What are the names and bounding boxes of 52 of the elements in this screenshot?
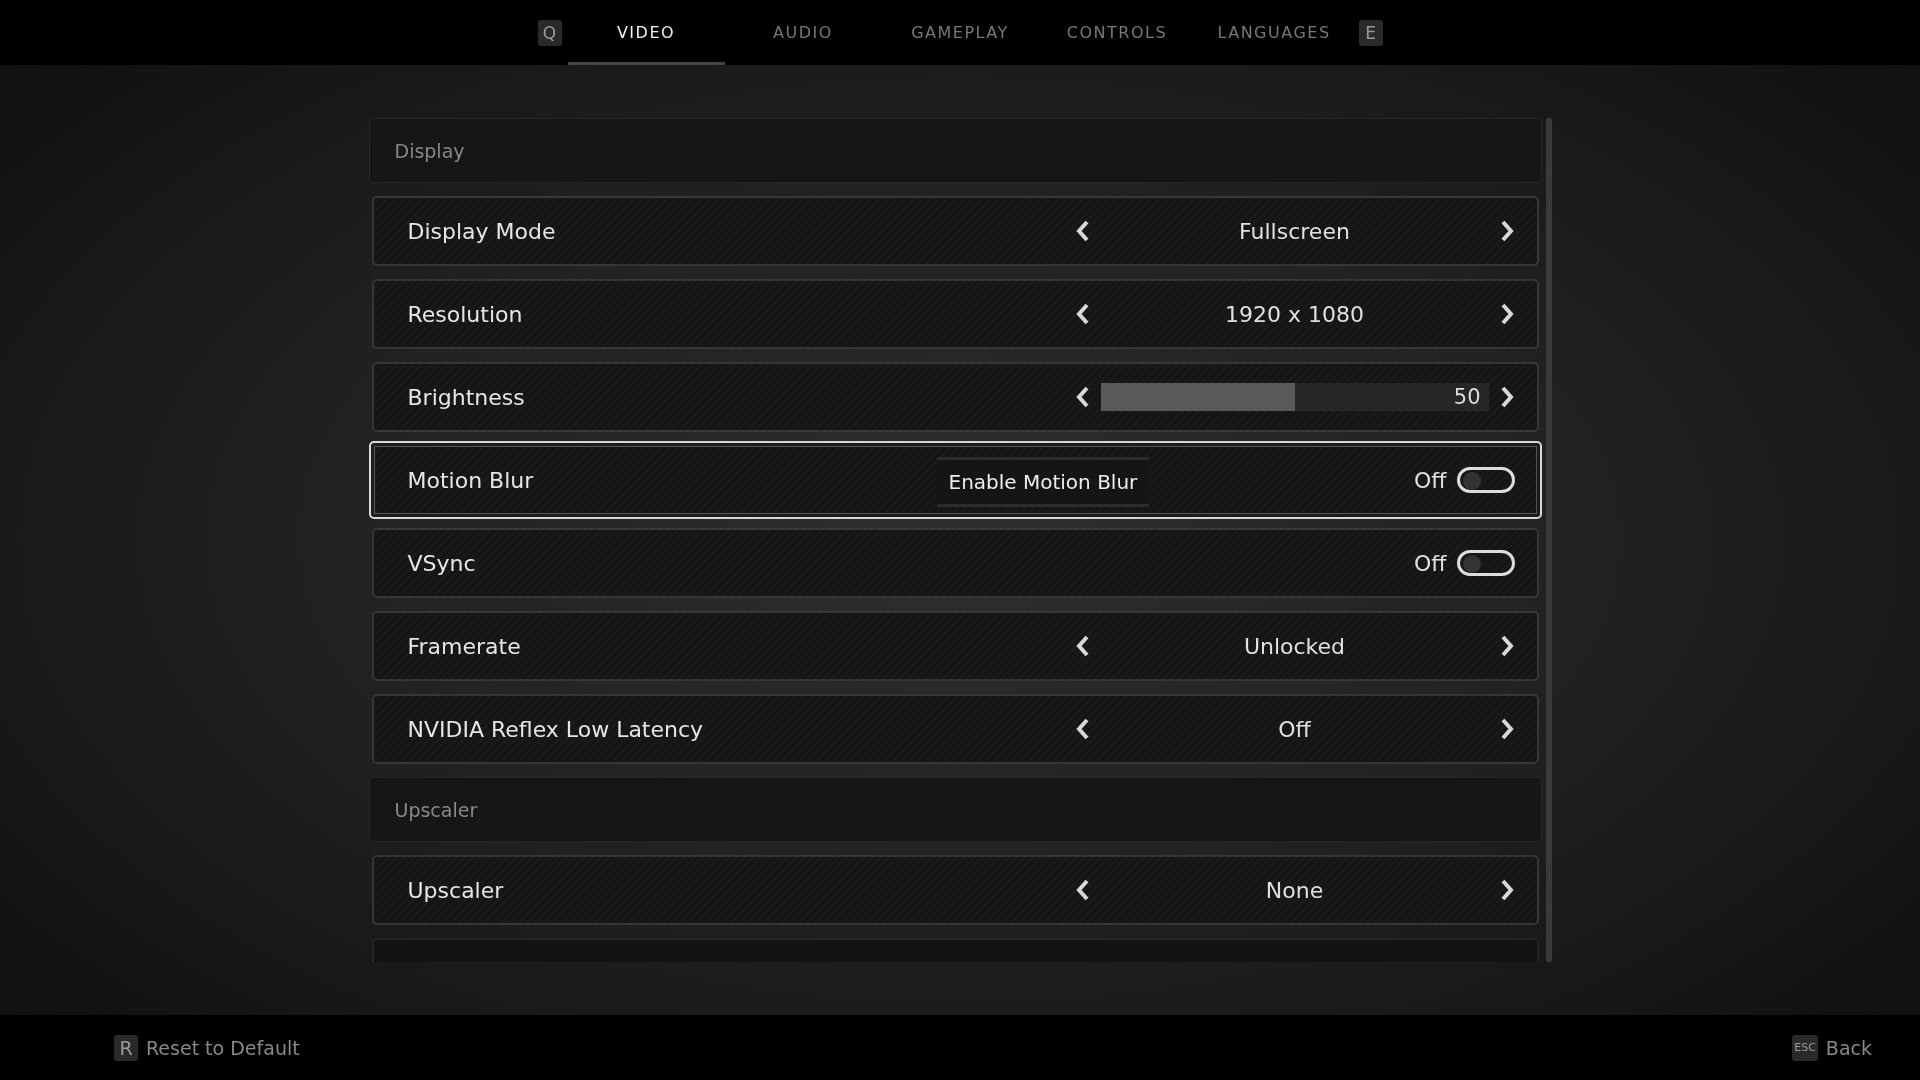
setting-label: Motion Blur [407,467,535,493]
tooltip: Enable Motion Blur [936,457,1150,507]
toggle-value: Off [1414,550,1447,576]
setting-label: Display Mode [407,218,557,244]
tab[interactable]: CONTROLS [1038,0,1196,65]
setting-row[interactable]: Brightness 50 [371,362,1539,432]
setting-row[interactable]: NVIDIA Reflex Low Latency Off [371,694,1539,764]
left-chevron-icon[interactable] [1074,303,1089,325]
setting-row[interactable]: VSync Off [371,528,1539,598]
back-button[interactable]: ESC Back [1792,1034,1872,1061]
option-value: None [1264,877,1325,903]
setting-label: Framerate [407,633,522,659]
right-chevron-icon[interactable] [1500,303,1515,325]
tab[interactable]: AUDIO [724,0,882,65]
tab[interactable]: LANGUAGES [1195,0,1353,65]
toggle-switch[interactable] [1456,467,1515,493]
slider-track[interactable]: 50 [1100,383,1489,411]
setting-row[interactable]: Motion Blur Enable Motion Blur Off [368,441,1542,519]
tab[interactable]: VIDEO [567,0,725,65]
left-chevron-icon[interactable] [1074,718,1089,740]
key-hint: Q [537,19,562,46]
setting-label: VSync [407,550,477,576]
left-chevron-icon[interactable] [1074,635,1089,657]
option-value: 1920 x 1080 [1224,301,1365,327]
setting-row[interactable]: Upscaler None [371,855,1539,925]
left-chevron-icon[interactable] [1074,386,1089,408]
left-chevron-icon[interactable] [1074,879,1089,901]
setting-label: Resolution [407,301,524,327]
setting-label: Brightness [407,384,526,410]
right-chevron-icon[interactable] [1500,386,1515,408]
option-value: Off [1277,716,1312,742]
setting-row[interactable]: Resolution 1920 x 1080 [371,279,1539,349]
right-chevron-icon[interactable] [1500,879,1515,901]
left-chevron-icon[interactable] [1074,220,1089,242]
toggle-value: Off [1414,467,1447,493]
setting-row[interactable]: Framerate Unlocked [371,611,1539,681]
key-hint: E [1358,19,1383,46]
section-title: Display [394,139,465,162]
right-chevron-icon[interactable] [1500,718,1515,740]
reset-button[interactable]: R Reset to Default [114,1034,300,1061]
setting-label: NVIDIA Reflex Low Latency [407,716,705,742]
slider-value: 50 [1453,385,1482,409]
section-title: Upscaler [394,798,478,821]
setting-row[interactable]: Display Mode Fullscreen [371,196,1539,266]
setting-label: Upscaler [407,877,505,903]
option-value: Fullscreen [1238,218,1351,244]
tab[interactable]: GAMEPLAY [881,0,1039,65]
right-chevron-icon[interactable] [1500,635,1515,657]
toggle-switch[interactable] [1456,550,1515,576]
right-chevron-icon[interactable] [1500,220,1515,242]
option-value: Unlocked [1242,633,1347,659]
scrollbar[interactable] [1545,118,1552,962]
